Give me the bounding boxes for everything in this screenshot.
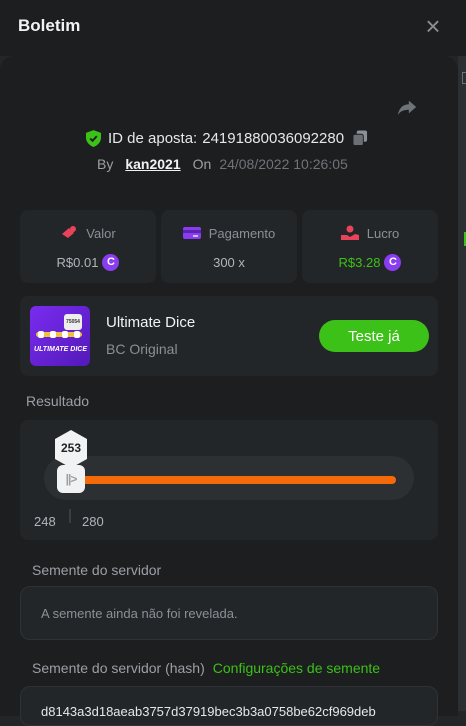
result-range-fill — [60, 476, 396, 484]
thumbnail-badge: 75054 — [64, 314, 82, 330]
copy-icon[interactable] — [353, 130, 368, 146]
hand-coin-icon — [340, 225, 359, 240]
result-min: 248 — [34, 514, 56, 529]
seed-settings-link[interactable]: Configurações de semente — [213, 660, 380, 676]
card-icon — [182, 227, 201, 239]
verified-shield-icon — [86, 129, 101, 147]
username-link[interactable]: kan2021 — [125, 156, 180, 172]
background-page-mark — [462, 72, 466, 84]
modal-header: Boletim × — [0, 0, 466, 56]
share-icon[interactable] — [396, 96, 418, 118]
on-label: On — [192, 156, 212, 172]
stat-lucro-value: R$3.28 — [338, 254, 381, 270]
stat-valor-label: Valor — [86, 225, 116, 241]
try-now-button[interactable]: Teste já — [319, 320, 429, 352]
server-seed-field[interactable]: A semente ainda não foi revelada. — [20, 586, 438, 640]
stat-valor-value: R$0.01 — [56, 254, 99, 270]
coin-icon: C — [102, 253, 120, 271]
result-panel: 253 ||> 248 280 — [20, 420, 438, 540]
stat-pagamento-value: 300 x — [213, 254, 245, 270]
result-value: 253 — [60, 441, 82, 455]
hash-value: d8143a3d18aeab3757d37919bec3b3a0758be62c… — [41, 704, 376, 719]
background-page-edge — [458, 56, 466, 711]
result-tick — [69, 509, 71, 523]
stat-lucro-label: Lucro — [366, 225, 400, 241]
thumbnail-title: ULTIMATE DICE — [34, 346, 88, 353]
game-provider: BC Original — [106, 341, 178, 357]
bet-byline: By kan2021 On 24/08/2022 10:26:05 — [97, 155, 348, 173]
game-name: Ultimate Dice — [106, 314, 196, 331]
modal-title: Boletim — [18, 16, 81, 35]
coin-hand-icon — [62, 226, 77, 238]
stat-lucro: Lucro R$3.28 C — [302, 210, 438, 283]
game-card: 75054 ULTIMATE DICE Ultimate Dice BC Ori… — [20, 296, 438, 376]
coin-icon: C — [384, 253, 402, 271]
stat-valor: Valor R$0.01 C — [20, 210, 156, 283]
bet-date: 24/08/2022 10:26:05 — [219, 156, 348, 172]
result-max: 280 — [82, 514, 104, 529]
hash-label: Semente do servidor (hash) — [32, 660, 205, 676]
stat-pagamento-label: Pagamento — [208, 225, 276, 241]
result-label: Resultado — [26, 393, 90, 409]
server-seed-label: Semente do servidor — [32, 562, 162, 578]
by-label: By — [97, 156, 114, 172]
hash-header: Semente do servidor (hash) Configurações… — [32, 660, 380, 676]
bet-id-line: ID de aposta: 24191880036092280 — [86, 128, 368, 148]
game-thumbnail[interactable]: 75054 ULTIMATE DICE — [30, 306, 90, 366]
hash-field[interactable]: d8143a3d18aeab3757d37919bec3b3a0758be62c… — [20, 686, 438, 726]
bet-id-label: ID de aposta: — [108, 129, 198, 147]
bet-id-value: 24191880036092280 — [202, 129, 345, 147]
slider-handle[interactable]: ||> — [57, 465, 85, 493]
close-icon[interactable]: × — [421, 12, 445, 40]
stat-pagamento: Pagamento 300 x — [161, 210, 297, 283]
server-seed-placeholder: A semente ainda não foi revelada. — [41, 606, 238, 621]
thumbnail-dice — [38, 331, 80, 338]
